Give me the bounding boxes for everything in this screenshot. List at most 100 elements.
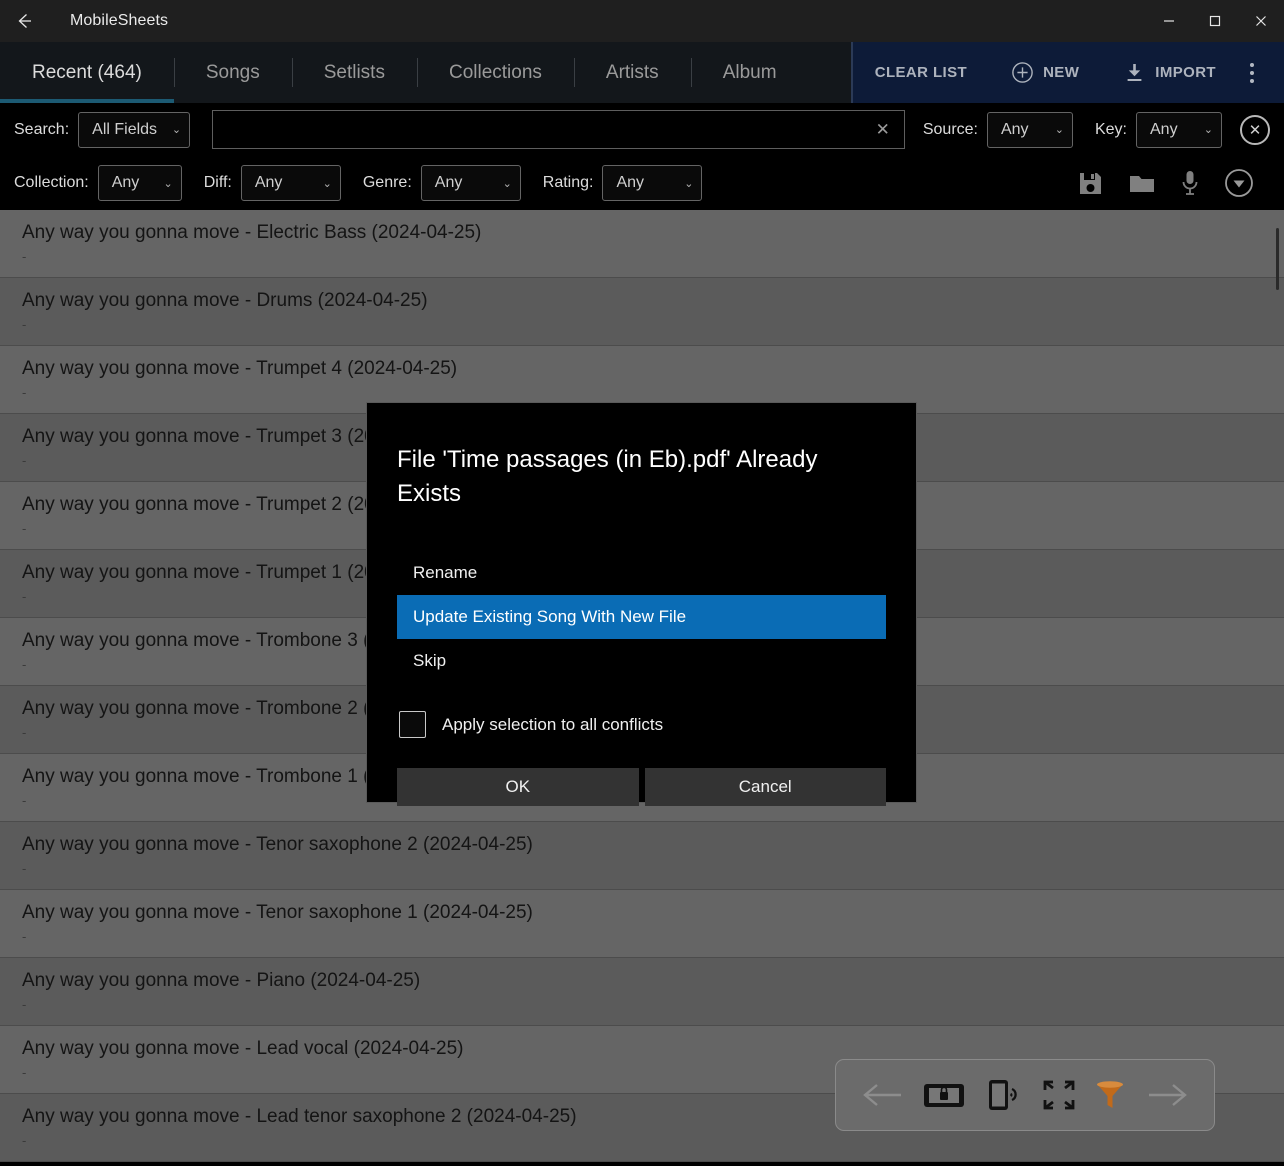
ok-button[interactable]: OK — [397, 768, 639, 806]
genre-value: Any — [434, 174, 463, 191]
list-item-subtitle: - — [22, 929, 27, 944]
dialog-options: Rename Update Existing Song With New Fil… — [397, 551, 886, 683]
microphone-icon[interactable] — [1180, 169, 1200, 197]
clear-list-button[interactable]: CLEAR LIST — [853, 42, 989, 103]
cancel-button[interactable]: Cancel — [644, 768, 886, 806]
tab-recent[interactable]: Recent (464) — [0, 42, 174, 103]
apply-to-all-label: Apply selection to all conflicts — [442, 714, 664, 734]
genre-select[interactable]: Any ⌄ — [420, 165, 521, 201]
import-label: IMPORT — [1155, 64, 1216, 81]
list-item[interactable]: Any way you gonna move - Drums (2024-04-… — [0, 278, 1284, 346]
dialog-title: File 'Time passages (in Eb).pdf' Already… — [397, 446, 818, 507]
search-label: Search: — [14, 120, 70, 138]
tab-bar: Recent (464) Songs Setlists Collections … — [0, 42, 1284, 103]
previous-arrow-icon[interactable] — [859, 1080, 905, 1110]
folder-icon[interactable] — [1128, 170, 1156, 197]
window-controls — [1146, 0, 1284, 42]
maximize-button[interactable] — [1192, 0, 1238, 42]
tab-label: Artists — [605, 61, 659, 83]
list-item[interactable]: Any way you gonna move - Tenor saxophone… — [0, 890, 1284, 958]
clear-search-icon[interactable]: ✕ — [862, 120, 904, 140]
tab-artists[interactable]: Artists — [573, 42, 691, 103]
tab-setlists[interactable]: Setlists — [291, 42, 417, 103]
chevron-down-icon: ⌄ — [1203, 124, 1213, 136]
app-window: MobileSheets Recent (464) Songs Setlists… — [0, 0, 1284, 1166]
tab-label: Recent (464) — [32, 61, 142, 83]
collection-label: Collection: — [14, 174, 89, 191]
option-skip[interactable]: Skip — [397, 639, 886, 683]
list-item-title: Any way you gonna move - Electric Bass (… — [22, 222, 482, 243]
apply-to-all-row[interactable]: Apply selection to all conflicts — [397, 711, 886, 738]
key-label: Key: — [1094, 120, 1127, 138]
key-select[interactable]: Any ⌄ — [1136, 111, 1222, 148]
tab-album[interactable]: Album — [690, 42, 795, 103]
window-title: MobileSheets — [70, 12, 169, 29]
reset-filters-icon[interactable]: ✕ — [1240, 114, 1270, 145]
list-item[interactable]: Any way you gonna move - Electric Bass (… — [0, 210, 1284, 278]
list-item[interactable]: Any way you gonna move - Tenor saxophone… — [0, 822, 1284, 890]
filter-tools — [1077, 168, 1270, 198]
key-value: Any — [1150, 120, 1178, 138]
tab-label: Setlists — [323, 61, 385, 83]
chevron-down-circle-icon[interactable] — [1224, 168, 1254, 198]
header-action-bar: CLEAR LIST NEW IMPORT — [850, 42, 1284, 103]
search-box[interactable]: ✕ — [212, 110, 905, 149]
tab-songs[interactable]: Songs — [173, 42, 292, 103]
chevron-down-icon: ⌄ — [322, 177, 332, 190]
genre-label: Genre: — [362, 174, 412, 191]
list-item[interactable]: Any way you gonna move - Piano (2024-04-… — [0, 958, 1284, 1026]
tab-label: Songs — [205, 61, 260, 83]
more-options-icon[interactable] — [1238, 62, 1274, 83]
tab-label: Album — [722, 61, 777, 83]
chevron-down-icon: ⌄ — [502, 177, 512, 190]
list-scrollbar-thumb[interactable] — [1276, 228, 1279, 290]
clear-list-label: CLEAR LIST — [874, 64, 968, 81]
tab-collections[interactable]: Collections — [416, 42, 574, 103]
list-item-subtitle: - — [22, 385, 27, 400]
tab-label: Collections — [448, 61, 542, 83]
source-value: Any — [1000, 120, 1029, 138]
cancel-label: Cancel — [738, 777, 792, 796]
tab-list: Recent (464) Songs Setlists Collections … — [0, 42, 795, 103]
diff-value: Any — [254, 174, 283, 191]
list-item-title: Any way you gonna move - Piano (2024-04-… — [22, 970, 421, 991]
close-button[interactable] — [1238, 0, 1284, 42]
list-item-subtitle: - — [22, 861, 27, 876]
option-label: Skip — [413, 651, 447, 670]
import-button[interactable]: IMPORT — [1101, 42, 1238, 103]
list-item-subtitle: - — [22, 249, 27, 264]
filter-funnel-icon[interactable] — [1093, 1078, 1127, 1112]
search-field-select[interactable]: All Fields ⌄ — [78, 111, 191, 148]
filter-row-bottom: Collection: Any ⌄ Diff: Any ⌄ Genre: Any… — [0, 156, 1284, 210]
chevron-down-icon: ⌄ — [171, 124, 182, 136]
option-rename[interactable]: Rename — [397, 551, 886, 595]
option-label: Update Existing Song With New File — [413, 607, 687, 626]
save-icon[interactable] — [1077, 170, 1104, 197]
chevron-down-icon: ⌄ — [1054, 124, 1064, 136]
source-select[interactable]: Any ⌄ — [986, 111, 1073, 148]
new-button[interactable]: NEW — [989, 42, 1101, 103]
ok-label: OK — [505, 777, 531, 796]
chevron-down-icon: ⌄ — [684, 177, 694, 190]
fullscreen-icon[interactable] — [1042, 1079, 1076, 1111]
diff-select[interactable]: Any ⌄ — [240, 165, 341, 201]
device-cast-icon[interactable] — [984, 1077, 1024, 1113]
back-button[interactable] — [0, 0, 48, 42]
list-item-title: Any way you gonna move - Drums (2024-04-… — [22, 290, 428, 311]
rating-select[interactable]: Any ⌄ — [602, 165, 703, 201]
list-item-subtitle: - — [22, 997, 27, 1012]
list-item-subtitle: - — [22, 1133, 27, 1148]
file-conflict-dialog: File 'Time passages (in Eb).pdf' Already… — [366, 402, 917, 806]
screen-lock-icon[interactable] — [922, 1079, 966, 1111]
rating-value: Any — [616, 174, 645, 191]
source-label: Source: — [922, 120, 978, 138]
collection-select[interactable]: Any ⌄ — [97, 165, 182, 201]
list-item-title: Any way you gonna move - Tenor saxophone… — [22, 902, 533, 923]
search-field-value: All Fields — [92, 120, 158, 138]
search-input[interactable] — [223, 120, 862, 139]
collection-value: Any — [111, 174, 140, 191]
minimize-button[interactable] — [1146, 0, 1192, 42]
apply-to-all-checkbox[interactable] — [399, 711, 426, 738]
next-arrow-icon[interactable] — [1145, 1080, 1191, 1110]
option-update-existing-song[interactable]: Update Existing Song With New File — [397, 595, 886, 639]
